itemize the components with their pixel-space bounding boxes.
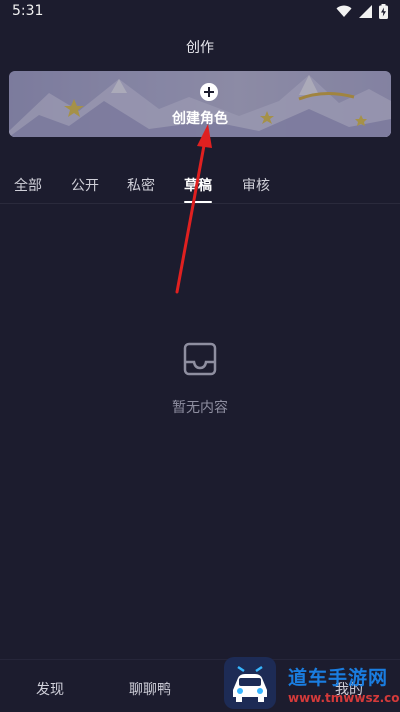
status-icons bbox=[336, 4, 388, 19]
works-tabs: 全部 公开 私密 草稿 审核 bbox=[0, 168, 400, 204]
tab-private[interactable]: 私密 bbox=[127, 175, 155, 195]
nav-chat-duck[interactable]: 聊聊鸭 bbox=[129, 679, 171, 699]
watermark-title: 道车手游网 bbox=[288, 667, 389, 689]
create-character-banner[interactable]: 创建角色 bbox=[9, 71, 391, 137]
empty-state-text: 暂无内容 bbox=[172, 400, 228, 416]
active-tab-indicator bbox=[184, 201, 212, 203]
tab-public[interactable]: 公开 bbox=[71, 175, 99, 195]
app-screen: 5:31 创作 创建角色 全部 公开 私密 草稿 审核 暂无内容 发现 聊聊鸭 … bbox=[0, 0, 400, 712]
battery-charging-icon bbox=[379, 4, 388, 19]
tab-drafts[interactable]: 草稿 bbox=[184, 175, 212, 195]
create-character-label: 创建角色 bbox=[172, 111, 228, 127]
nav-discover[interactable]: 发现 bbox=[36, 679, 64, 699]
status-time: 5:31 bbox=[12, 3, 44, 19]
watermark: 道车手游网 www.tmwwsz.com bbox=[222, 655, 400, 712]
cellular-signal-icon bbox=[359, 5, 372, 18]
page-title: 创作 bbox=[186, 40, 214, 56]
tab-all[interactable]: 全部 bbox=[14, 175, 42, 195]
inbox-tray-icon bbox=[183, 342, 217, 376]
watermark-logo bbox=[224, 657, 276, 709]
tab-review[interactable]: 审核 bbox=[242, 175, 270, 195]
status-bar: 5:31 bbox=[0, 0, 400, 24]
car-logo-icon bbox=[233, 665, 267, 702]
wifi-icon bbox=[336, 5, 352, 17]
plus-icon bbox=[200, 83, 218, 101]
watermark-url: www.tmwwsz.com bbox=[288, 691, 400, 705]
